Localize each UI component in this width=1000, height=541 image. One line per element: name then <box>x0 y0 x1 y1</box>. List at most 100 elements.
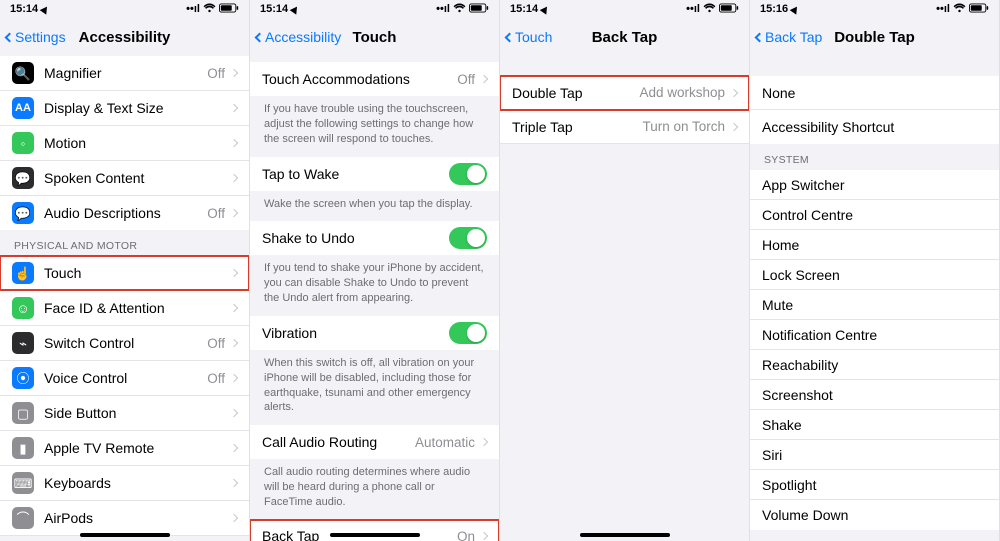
magnifier-icon: 🔍 <box>12 62 34 84</box>
back-button[interactable]: Accessibility <box>256 29 341 45</box>
row-system-option[interactable]: Shake <box>750 410 999 440</box>
row-side-button[interactable]: ▢ Side Button <box>0 396 249 431</box>
wifi-icon <box>453 3 466 16</box>
status-time: 15:14 <box>510 3 538 15</box>
chevron-left-icon <box>5 32 15 42</box>
back-label: Settings <box>15 29 66 45</box>
row-audio-descriptions[interactable]: 💬 Audio Descriptions Off <box>0 196 249 230</box>
system-option-label: Mute <box>762 297 987 313</box>
note-tap-to-wake: Wake the screen when you tap the display… <box>250 191 499 222</box>
note-shake-to-undo: If you tend to shake your iPhone by acci… <box>250 255 499 316</box>
row-call-audio-routing[interactable]: Call Audio Routing Automatic <box>250 425 499 459</box>
home-indicator <box>80 533 170 537</box>
signal-icon: ••ıl <box>186 3 200 15</box>
row-system-option[interactable]: Control Centre <box>750 200 999 230</box>
signal-icon: ••ıl <box>686 3 700 15</box>
row-double-tap[interactable]: Double Tap Add workshop <box>500 76 749 110</box>
back-label: Back Tap <box>765 29 822 45</box>
system-option-label: Home <box>762 237 987 253</box>
row-keyboards[interactable]: ⌨ Keyboards <box>0 466 249 501</box>
row-system-option[interactable]: Screenshot <box>750 380 999 410</box>
nav-bar: Accessibility Touch <box>250 18 499 56</box>
toggle-on[interactable] <box>449 227 487 249</box>
row-system-option[interactable]: Reachability <box>750 350 999 380</box>
chevron-right-icon <box>230 374 238 382</box>
status-time: 15:16 <box>760 3 788 15</box>
row-shake-to-undo[interactable]: Shake to Undo <box>250 221 499 255</box>
note-vibration: When this switch is off, all vibration o… <box>250 350 499 425</box>
row-magnifier[interactable]: 🔍 Magnifier Off <box>0 56 249 91</box>
location-icon <box>540 4 551 14</box>
row-spoken-content[interactable]: 💬 Spoken Content <box>0 161 249 196</box>
keyboards-icon: ⌨ <box>12 472 34 494</box>
status-time: 15:14 <box>260 3 288 15</box>
page-title: Back Tap <box>592 29 658 46</box>
row-switch-control[interactable]: ⌁ Switch Control Off <box>0 326 249 361</box>
row-airpods[interactable]: ⌒ AirPods <box>0 501 249 536</box>
system-option-label: Lock Screen <box>762 267 987 283</box>
status-bar: 15:14 ••ıl <box>500 0 749 18</box>
chevron-right-icon <box>230 339 238 347</box>
page-title: Touch <box>353 29 397 46</box>
system-option-label: Siri <box>762 447 987 463</box>
row-system-option[interactable]: Home <box>750 230 999 260</box>
toggle-on[interactable] <box>449 163 487 185</box>
battery-icon <box>219 3 239 16</box>
row-motion[interactable]: ◦ Motion <box>0 126 249 161</box>
row-display-text-size[interactable]: AA Display & Text Size <box>0 91 249 126</box>
row-faceid[interactable]: ☺ Face ID & Attention <box>0 291 249 326</box>
back-button[interactable]: Settings <box>6 29 66 45</box>
signal-icon: ••ıl <box>936 3 950 15</box>
row-system-option[interactable]: Mute <box>750 290 999 320</box>
system-option-label: Volume Down <box>762 507 987 523</box>
chevron-left-icon <box>255 32 265 42</box>
apple-tv-icon: ▮ <box>12 437 34 459</box>
chevron-right-icon <box>230 269 238 277</box>
toggle-on[interactable] <box>449 322 487 344</box>
back-label: Touch <box>515 29 552 45</box>
pane-double-tap: 15:16 ••ıl Back Tap Double Tap None Acce… <box>750 0 1000 541</box>
row-system-option[interactable]: Lock Screen <box>750 260 999 290</box>
row-touch-accommodations[interactable]: Touch Accommodations Off <box>250 62 499 96</box>
row-triple-tap[interactable]: Triple Tap Turn on Torch <box>500 110 749 144</box>
chevron-right-icon <box>480 438 488 446</box>
home-indicator <box>580 533 670 537</box>
location-icon <box>40 4 51 14</box>
row-system-option[interactable]: Volume Down <box>750 500 999 530</box>
switch-control-icon: ⌁ <box>12 332 34 354</box>
row-touch[interactable]: ☝ Touch <box>0 256 249 291</box>
row-apple-tv-remote[interactable]: ▮ Apple TV Remote <box>0 431 249 466</box>
spoken-icon: 💬 <box>12 167 34 189</box>
row-voice-control[interactable]: ⦿ Voice Control Off <box>0 361 249 396</box>
voice-control-icon: ⦿ <box>12 367 34 389</box>
airpods-icon: ⌒ <box>12 507 34 529</box>
wifi-icon <box>703 3 716 16</box>
row-system-option[interactable]: App Switcher <box>750 170 999 200</box>
back-button[interactable]: Back Tap <box>756 29 822 45</box>
system-option-label: Reachability <box>762 357 987 373</box>
status-bar: 15:16 ••ıl <box>750 0 999 18</box>
chevron-right-icon <box>480 75 488 83</box>
wifi-icon <box>203 3 216 16</box>
row-tap-to-wake[interactable]: Tap to Wake <box>250 157 499 191</box>
back-button[interactable]: Touch <box>506 29 552 45</box>
battery-icon <box>719 3 739 16</box>
location-icon <box>790 4 801 14</box>
system-list: App SwitcherControl Centre Home Lock Scree… <box>750 170 999 530</box>
row-system-option[interactable]: Notification Centre <box>750 320 999 350</box>
location-icon <box>290 4 301 14</box>
row-system-option[interactable]: Spotlight <box>750 470 999 500</box>
pane-accessibility: 15:14 ••ıl Settings Accessibility 🔍 Magn… <box>0 0 250 541</box>
row-system-option[interactable]: Siri <box>750 440 999 470</box>
chevron-left-icon <box>505 32 515 42</box>
row-none[interactable]: None <box>750 76 999 110</box>
chevron-left-icon <box>755 32 765 42</box>
row-back-tap[interactable]: Back Tap On <box>250 520 499 541</box>
status-bar: 15:14 ••ıl <box>250 0 499 18</box>
side-button-icon: ▢ <box>12 402 34 424</box>
system-option-label: Shake <box>762 417 987 433</box>
section-physical: PHYSICAL AND MOTOR <box>0 230 249 256</box>
row-accessibility-shortcut[interactable]: Accessibility Shortcut <box>750 110 999 144</box>
row-vibration[interactable]: Vibration <box>250 316 499 350</box>
note-call-audio: Call audio routing determines where audi… <box>250 459 499 520</box>
